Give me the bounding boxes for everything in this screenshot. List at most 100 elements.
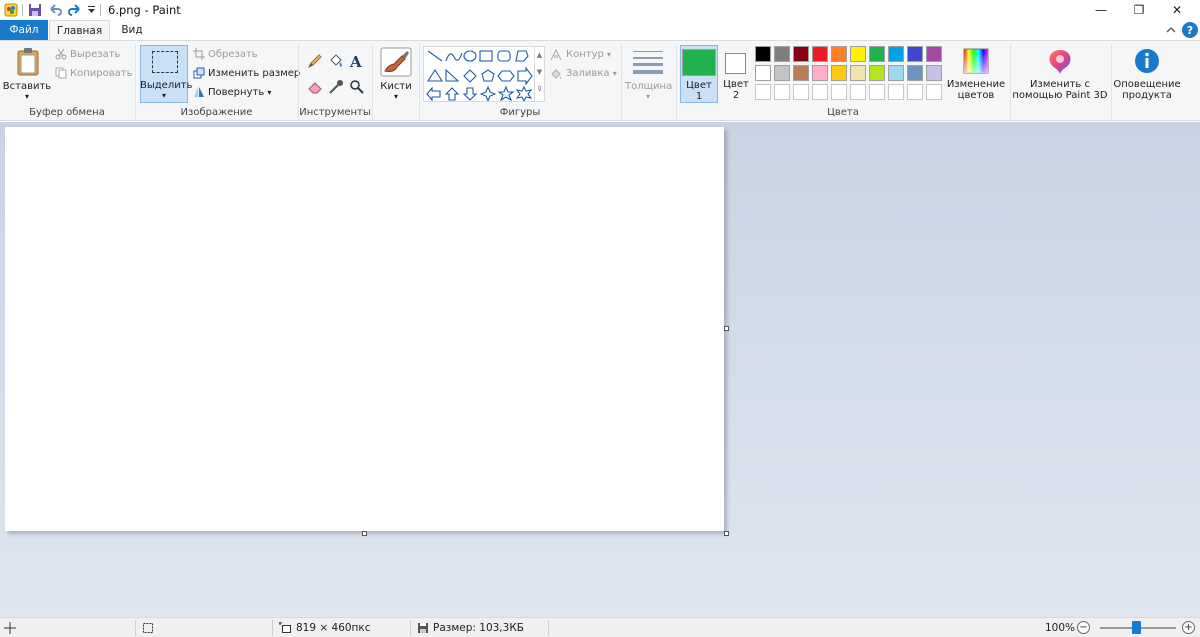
palette-swatch[interactable] — [869, 65, 885, 81]
eraser-icon[interactable] — [307, 79, 323, 95]
color1-label: Цвет — [686, 80, 712, 91]
tab-file[interactable]: Файл — [0, 20, 48, 40]
fill-bucket-icon[interactable] — [328, 53, 344, 69]
redo-icon[interactable] — [68, 3, 82, 17]
rainbow-icon — [963, 48, 989, 74]
quick-access-separator — [22, 4, 23, 16]
collapse-ribbon-icon[interactable] — [1166, 26, 1176, 34]
resize-handle-corner[interactable] — [724, 531, 729, 536]
crop-button[interactable]: Обрезать — [208, 49, 258, 60]
color-picker-icon[interactable] — [328, 79, 344, 95]
window-title: 6.png - Paint — [108, 3, 181, 17]
palette-swatch[interactable] — [774, 65, 790, 81]
paste-button[interactable]: Вставить ▾ — [2, 45, 52, 103]
palette-swatch[interactable] — [793, 84, 809, 100]
drawing-canvas[interactable] — [5, 127, 724, 531]
paint3d-line1: Изменить с — [1030, 79, 1090, 90]
pencil-icon[interactable] — [307, 53, 323, 69]
help-icon[interactable]: ? — [1182, 22, 1198, 38]
disk-icon — [418, 623, 428, 633]
palette-swatch[interactable] — [831, 84, 847, 100]
canvas-workspace — [0, 122, 1200, 617]
title-bar: 6.png - Paint — ❐ ✕ — [0, 0, 1200, 20]
palette-swatch[interactable] — [793, 65, 809, 81]
tab-home[interactable]: Главная — [49, 20, 110, 40]
fill-icon[interactable] — [550, 68, 563, 80]
copy-button[interactable]: Копировать — [70, 68, 132, 79]
size-label: Толщина — [625, 81, 673, 92]
rotate-button[interactable]: Повернуть ▾ — [208, 87, 271, 98]
palette-swatch[interactable] — [907, 65, 923, 81]
outline-dropdown-arrow: ▾ — [607, 50, 612, 59]
cut-button[interactable]: Вырезать — [70, 49, 120, 60]
info-icon — [1135, 49, 1159, 73]
palette-swatch[interactable] — [926, 46, 942, 62]
close-button[interactable]: ✕ — [1154, 0, 1200, 20]
edit-with-paint3d-button[interactable]: Изменить с помощью Paint 3D — [1012, 45, 1108, 103]
rotate-icon[interactable] — [193, 86, 205, 98]
palette-swatch[interactable] — [812, 65, 828, 81]
palette-swatch[interactable] — [926, 84, 942, 100]
zoom-in-button[interactable]: + — [1182, 621, 1195, 634]
palette-swatch[interactable] — [755, 65, 771, 81]
clipboard-group-label: Буфер обмена — [29, 107, 105, 118]
resize-handle-bottom[interactable] — [362, 531, 367, 536]
zoom-out-button[interactable]: − — [1077, 621, 1090, 634]
palette-swatch[interactable] — [850, 84, 866, 100]
outline-button[interactable]: Контур ▾ — [566, 49, 611, 60]
fill-dropdown-arrow: ▾ — [612, 69, 617, 78]
customize-qat-icon[interactable] — [87, 5, 96, 15]
palette-swatch[interactable] — [755, 84, 771, 100]
select-button[interactable]: Выделить ▾ — [140, 45, 192, 103]
product-alert-button[interactable]: Оповещение продукта — [1113, 45, 1181, 103]
palette-swatch[interactable] — [774, 46, 790, 62]
palette-swatch[interactable] — [926, 65, 942, 81]
edit-colors-button[interactable]: Изменение цветов — [947, 45, 1005, 103]
palette-swatch[interactable] — [869, 84, 885, 100]
zoom-slider-thumb[interactable] — [1132, 621, 1141, 634]
status-separator — [410, 620, 411, 636]
shapes-scroll[interactable]: ▲ ▼ ⊽ — [534, 47, 544, 101]
fill-button[interactable]: Заливка ▾ — [566, 68, 617, 79]
palette-swatch[interactable] — [869, 46, 885, 62]
save-icon[interactable] — [28, 3, 42, 17]
image-group-label: Изображение — [180, 107, 253, 118]
palette-swatch[interactable] — [850, 65, 866, 81]
group-separator — [372, 44, 373, 120]
color2-button[interactable]: Цвет 2 — [720, 45, 752, 103]
shapes-gallery[interactable]: ▲ ▼ ⊽ — [423, 46, 545, 102]
palette-swatch[interactable] — [850, 46, 866, 62]
palette-swatch[interactable] — [755, 46, 771, 62]
palette-swatch[interactable] — [774, 84, 790, 100]
tab-view[interactable]: Вид — [112, 20, 152, 40]
color1-button[interactable]: Цвет 1 — [680, 45, 718, 103]
palette-swatch[interactable] — [812, 46, 828, 62]
palette-swatch[interactable] — [812, 84, 828, 100]
resize-icon[interactable] — [193, 67, 205, 79]
palette-swatch[interactable] — [888, 65, 904, 81]
palette-swatch[interactable] — [888, 46, 904, 62]
paste-icon — [17, 48, 39, 76]
palette-swatch[interactable] — [831, 46, 847, 62]
resize-button[interactable]: Изменить размер — [208, 68, 300, 79]
crop-icon[interactable] — [193, 48, 205, 60]
brushes-button[interactable]: Кисти ▾ — [376, 45, 416, 103]
rotate-dropdown-arrow: ▾ — [267, 88, 272, 97]
copy-icon[interactable] — [55, 67, 67, 79]
cut-icon[interactable] — [55, 48, 67, 60]
palette-swatch[interactable] — [907, 46, 923, 62]
fill-label: Заливка — [566, 68, 610, 79]
paint-app-icon[interactable] — [4, 3, 18, 17]
palette-swatch[interactable] — [831, 65, 847, 81]
magnifier-icon[interactable] — [349, 79, 365, 95]
undo-icon[interactable] — [48, 3, 62, 17]
size-button[interactable]: Толщина ▾ — [625, 45, 673, 103]
palette-swatch[interactable] — [793, 46, 809, 62]
resize-handle-right[interactable] — [724, 326, 729, 331]
paint3d-icon — [1049, 50, 1071, 74]
palette-swatch[interactable] — [907, 84, 923, 100]
size-dropdown-arrow: ▾ — [645, 92, 650, 101]
text-icon[interactable]: A — [349, 53, 365, 69]
outline-icon[interactable] — [550, 49, 563, 61]
palette-swatch[interactable] — [888, 84, 904, 100]
